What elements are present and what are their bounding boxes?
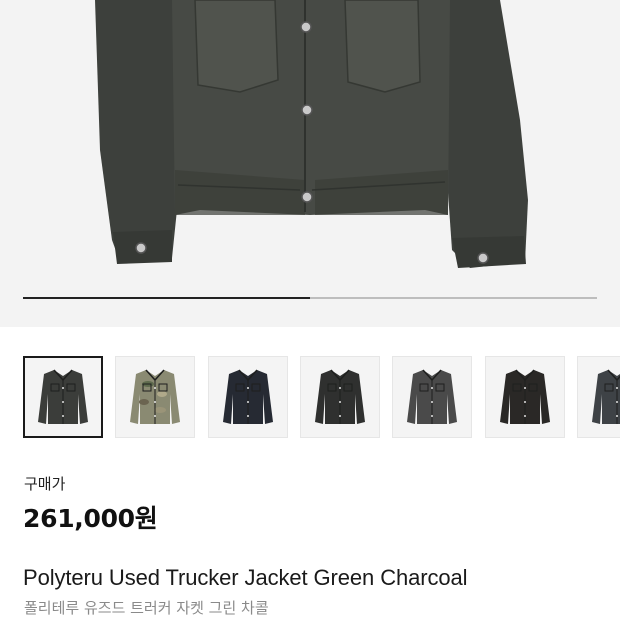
thumbnail-item[interactable]: [392, 356, 473, 438]
jacket-thumbnail-icon: [38, 369, 88, 424]
jacket-thumbnail-icon: [314, 369, 365, 424]
product-name-en: Polyteru Used Trucker Jacket Green Charc…: [23, 565, 468, 590]
jacket-photo-icon: [95, 0, 528, 268]
product-name-ko: 폴리테루 유즈드 트러커 자켓 그린 차콜: [24, 599, 269, 617]
jacket-thumbnail-icon: [222, 369, 273, 424]
jacket-thumbnail-icon: [407, 369, 458, 424]
image-progress-bar: [23, 297, 597, 299]
price-label: 구매가: [24, 475, 66, 493]
jacket-thumbnail-icon: [130, 369, 181, 424]
thumbnail-strip[interactable]: [0, 356, 620, 438]
jacket-thumbnail-icon: [499, 369, 550, 424]
image-progress-fill: [23, 297, 310, 299]
thumbnail-item[interactable]: [115, 356, 196, 438]
product-image[interactable]: [0, 0, 620, 327]
thumbnail-item[interactable]: [207, 356, 288, 438]
thumbnail-item[interactable]: [23, 356, 103, 438]
thumbnail-item[interactable]: [299, 356, 380, 438]
thumbnail-item[interactable]: [576, 356, 620, 438]
price-value: 261,000원: [23, 504, 158, 533]
thumbnail-item[interactable]: [484, 356, 565, 438]
jacket-thumbnail-icon: [591, 369, 620, 424]
